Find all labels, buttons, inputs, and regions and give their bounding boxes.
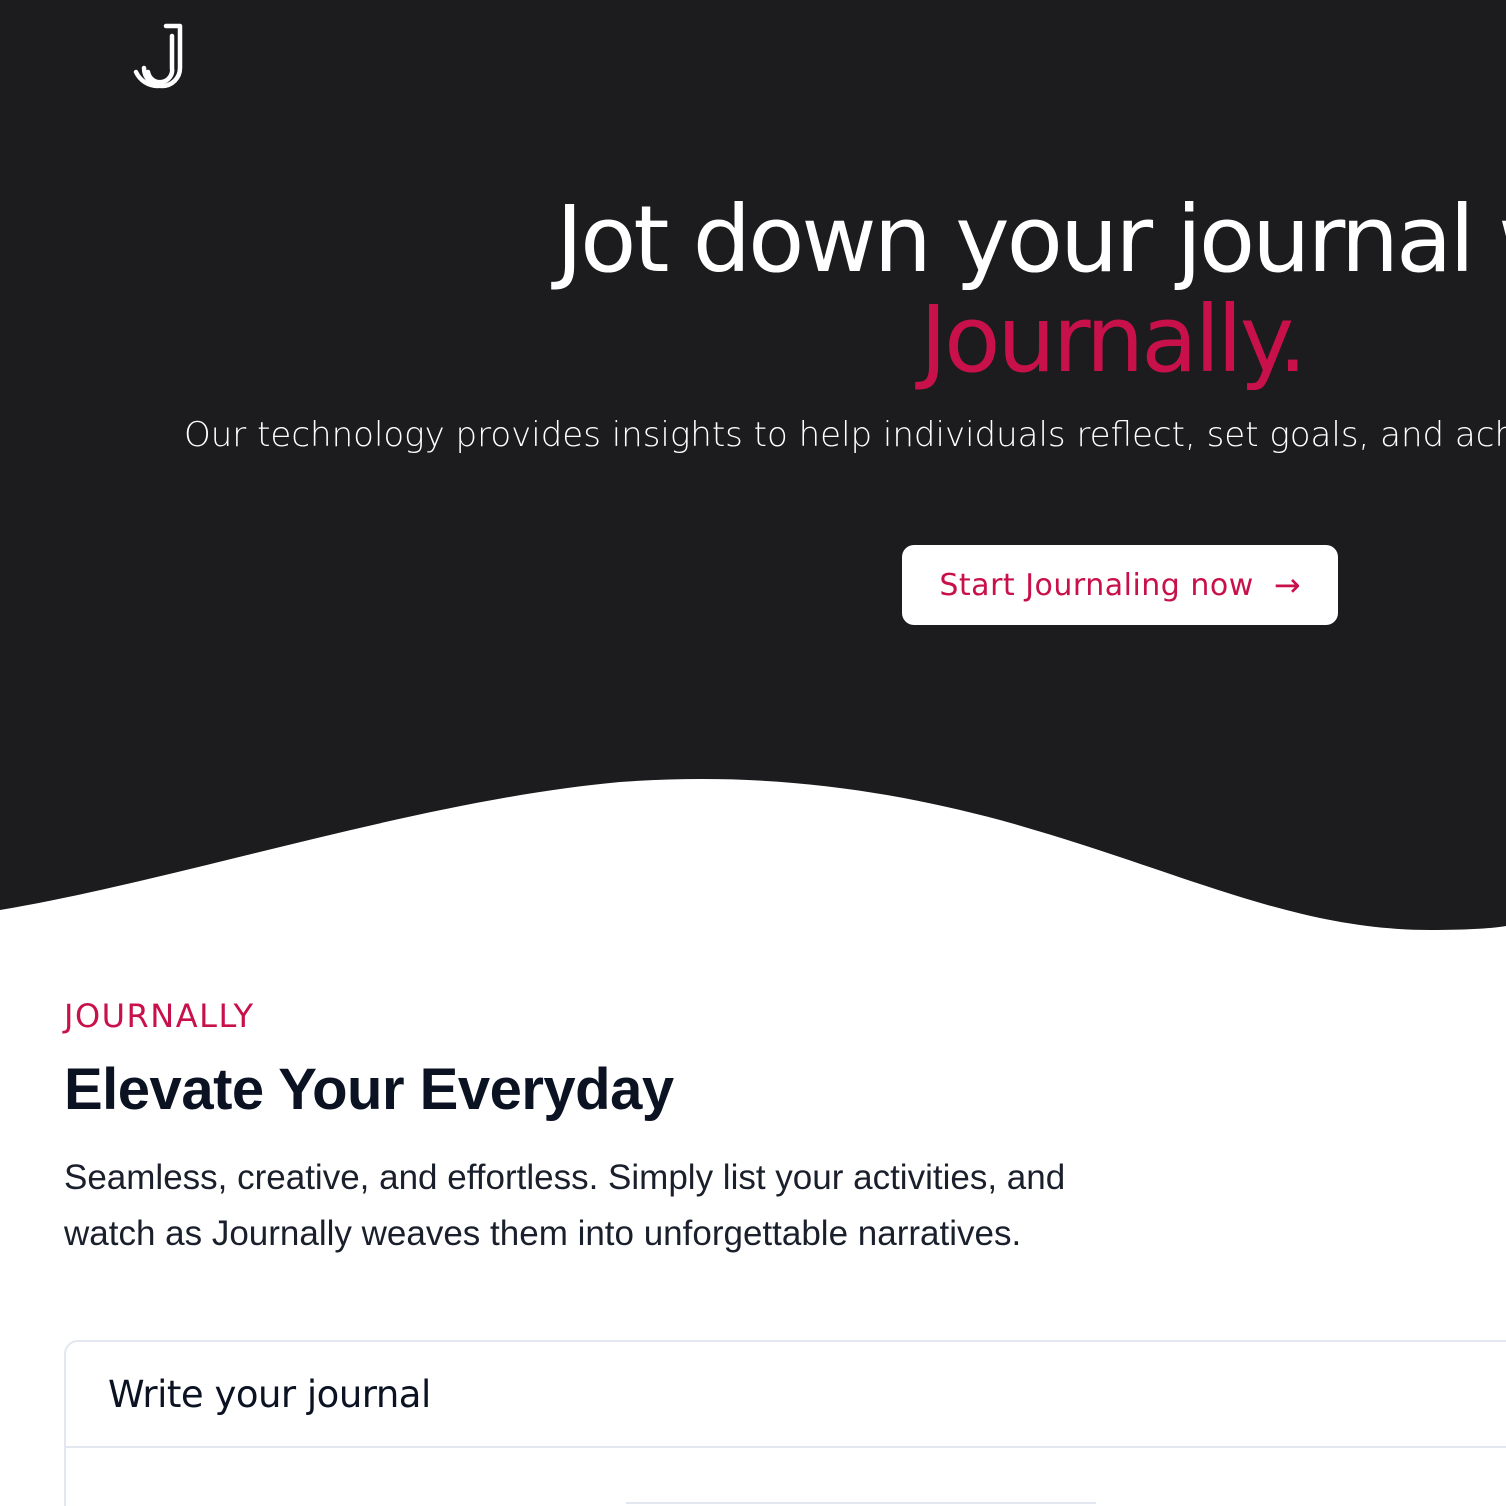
hero-title: Jot down your journal w: [556, 186, 1506, 293]
section-title: Elevate Your Everyday: [64, 1057, 674, 1122]
section-description: Seamless, creative, and effortless. Simp…: [64, 1158, 1066, 1253]
journal-editor-card: Write your journal: [64, 1340, 1506, 1506]
journal-card-title: Write your journal: [108, 1372, 431, 1416]
start-journaling-button[interactable]: Start Journaling now →: [902, 545, 1338, 625]
section-eyebrow: JOURNALLY: [64, 997, 255, 1035]
landing-page: Jot down your journal w Journally. Our t…: [0, 0, 1506, 1506]
hero-brand-name: Journally.: [920, 286, 1307, 393]
journal-card-header: Write your journal: [66, 1342, 1506, 1448]
hero-section: Jot down your journal w Journally. Our t…: [0, 0, 1506, 940]
start-journaling-label: Start Journaling now: [939, 567, 1254, 603]
journally-logo-icon[interactable]: [128, 18, 190, 90]
arrow-right-icon: →: [1273, 566, 1301, 604]
hero-subtitle: Our technology provides insights to help…: [184, 415, 1506, 455]
hero-wave-divider: [0, 779, 1506, 940]
journal-input-outline[interactable]: [626, 1502, 1096, 1504]
